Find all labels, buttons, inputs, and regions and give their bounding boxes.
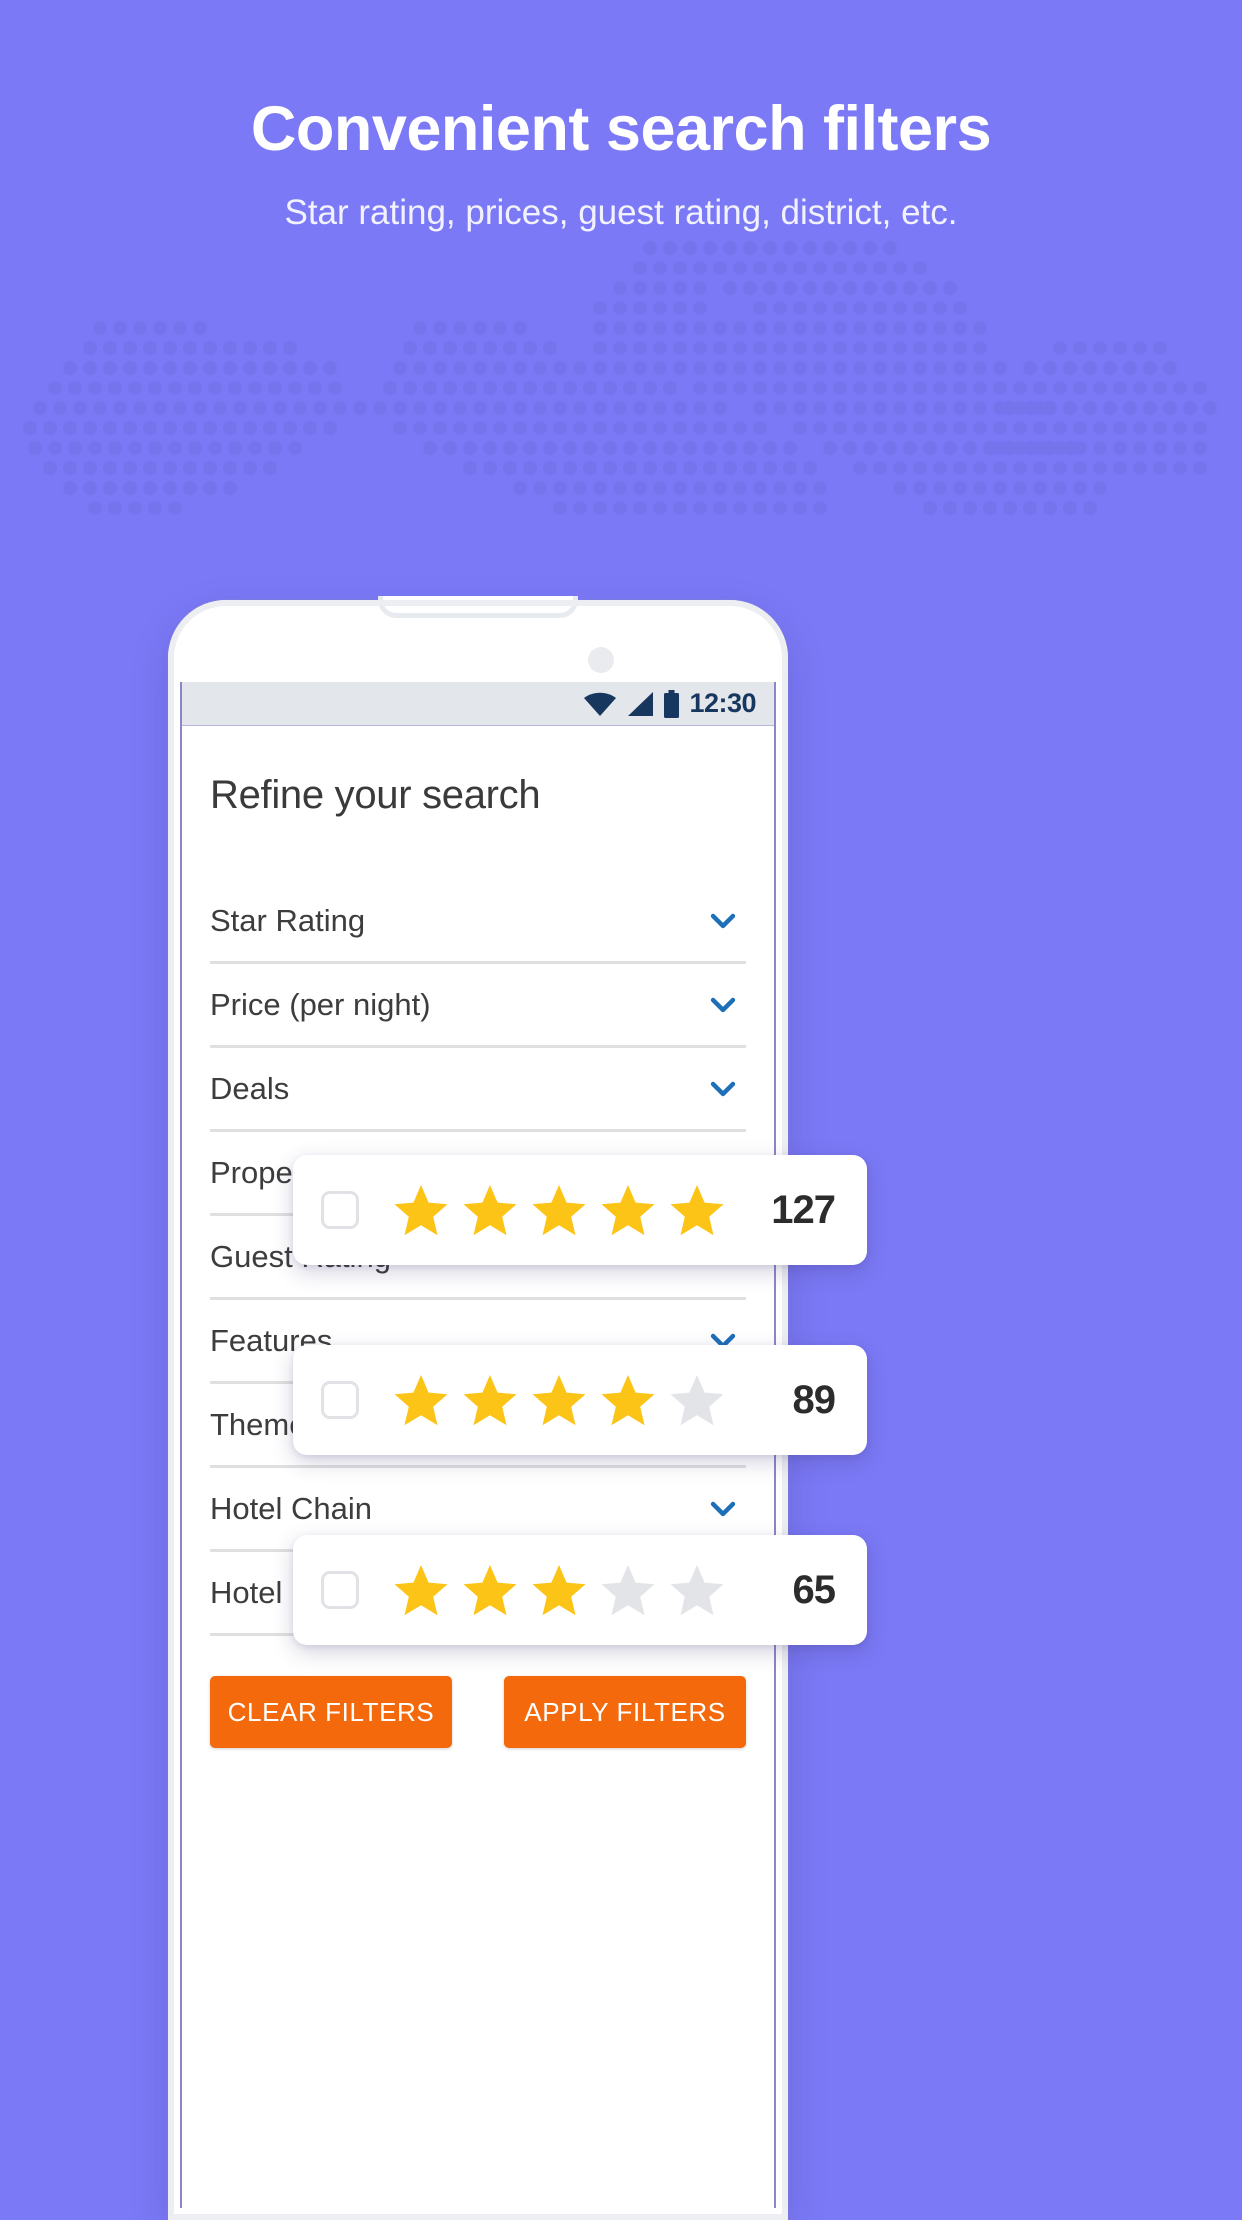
star-filled-icon[interactable] (668, 1182, 726, 1238)
world-map-dot-pattern (23, 241, 1217, 515)
chevron-down-icon[interactable] (706, 988, 740, 1022)
star-filled-icon[interactable] (392, 1372, 450, 1428)
chevron-down-icon[interactable] (706, 1492, 740, 1526)
phone-earpiece-notch (378, 596, 578, 618)
star-empty-icon[interactable] (599, 1562, 657, 1618)
front-camera-icon (588, 647, 614, 673)
star-row (392, 1182, 757, 1238)
wifi-icon (584, 692, 617, 716)
promo-subheadline: Star rating, prices, guest rating, distr… (284, 193, 958, 233)
filter-row-price-per-night[interactable]: Price (per night) (210, 964, 746, 1048)
star-filled-icon[interactable] (392, 1182, 450, 1238)
star-row (392, 1562, 779, 1618)
filter-label: Hotel Chain (210, 1490, 372, 1526)
action-button-row: CLEAR FILTERS APPLY FILTERS (182, 1636, 774, 1748)
filter-label: Star Rating (210, 902, 366, 938)
page-title: Refine your search (210, 773, 541, 817)
star-rating-checkbox[interactable] (321, 1381, 359, 1419)
promo-headline: Convenient search filters (250, 94, 992, 164)
clear-filters-button[interactable]: CLEAR FILTERS (210, 1676, 452, 1748)
star-rating-option-card[interactable]: 127 (293, 1155, 867, 1265)
status-bar-clock: 12:30 (689, 688, 756, 718)
star-filled-icon[interactable] (392, 1562, 450, 1618)
star-empty-icon[interactable] (668, 1372, 726, 1428)
chevron-down-icon[interactable] (706, 904, 740, 938)
star-filled-icon[interactable] (461, 1182, 519, 1238)
star-filled-icon[interactable] (530, 1562, 588, 1618)
star-filled-icon[interactable] (530, 1182, 588, 1238)
star-rating-option-card[interactable]: 89 (293, 1345, 867, 1455)
cellular-signal-icon (628, 691, 654, 716)
result-count: 89 (792, 1377, 836, 1422)
star-filled-icon[interactable] (599, 1182, 657, 1238)
apply-filters-button[interactable]: APPLY FILTERS (504, 1676, 746, 1748)
filter-row-star-rating[interactable]: Star Rating (210, 880, 746, 964)
status-bar: 12:30 (182, 682, 774, 726)
star-row (392, 1372, 779, 1428)
star-rating-checkbox[interactable] (321, 1191, 359, 1229)
promo-text-block: Convenient search filters Star rating, p… (0, 95, 1242, 233)
star-empty-icon[interactable] (668, 1562, 726, 1618)
star-filled-icon[interactable] (461, 1372, 519, 1428)
battery-icon (664, 689, 680, 718)
star-filled-icon[interactable] (530, 1372, 588, 1428)
result-count: 127 (771, 1187, 836, 1232)
filter-label: Price (per night) (210, 986, 431, 1022)
result-count: 65 (792, 1567, 836, 1612)
chevron-down-icon[interactable] (706, 1072, 740, 1106)
filter-label: Deals (210, 1070, 290, 1106)
star-filled-icon[interactable] (461, 1562, 519, 1618)
star-rating-option-card[interactable]: 65 (293, 1535, 867, 1645)
star-rating-checkbox[interactable] (321, 1571, 359, 1609)
star-filled-icon[interactable] (599, 1372, 657, 1428)
filter-row-deals[interactable]: Deals (210, 1048, 746, 1132)
